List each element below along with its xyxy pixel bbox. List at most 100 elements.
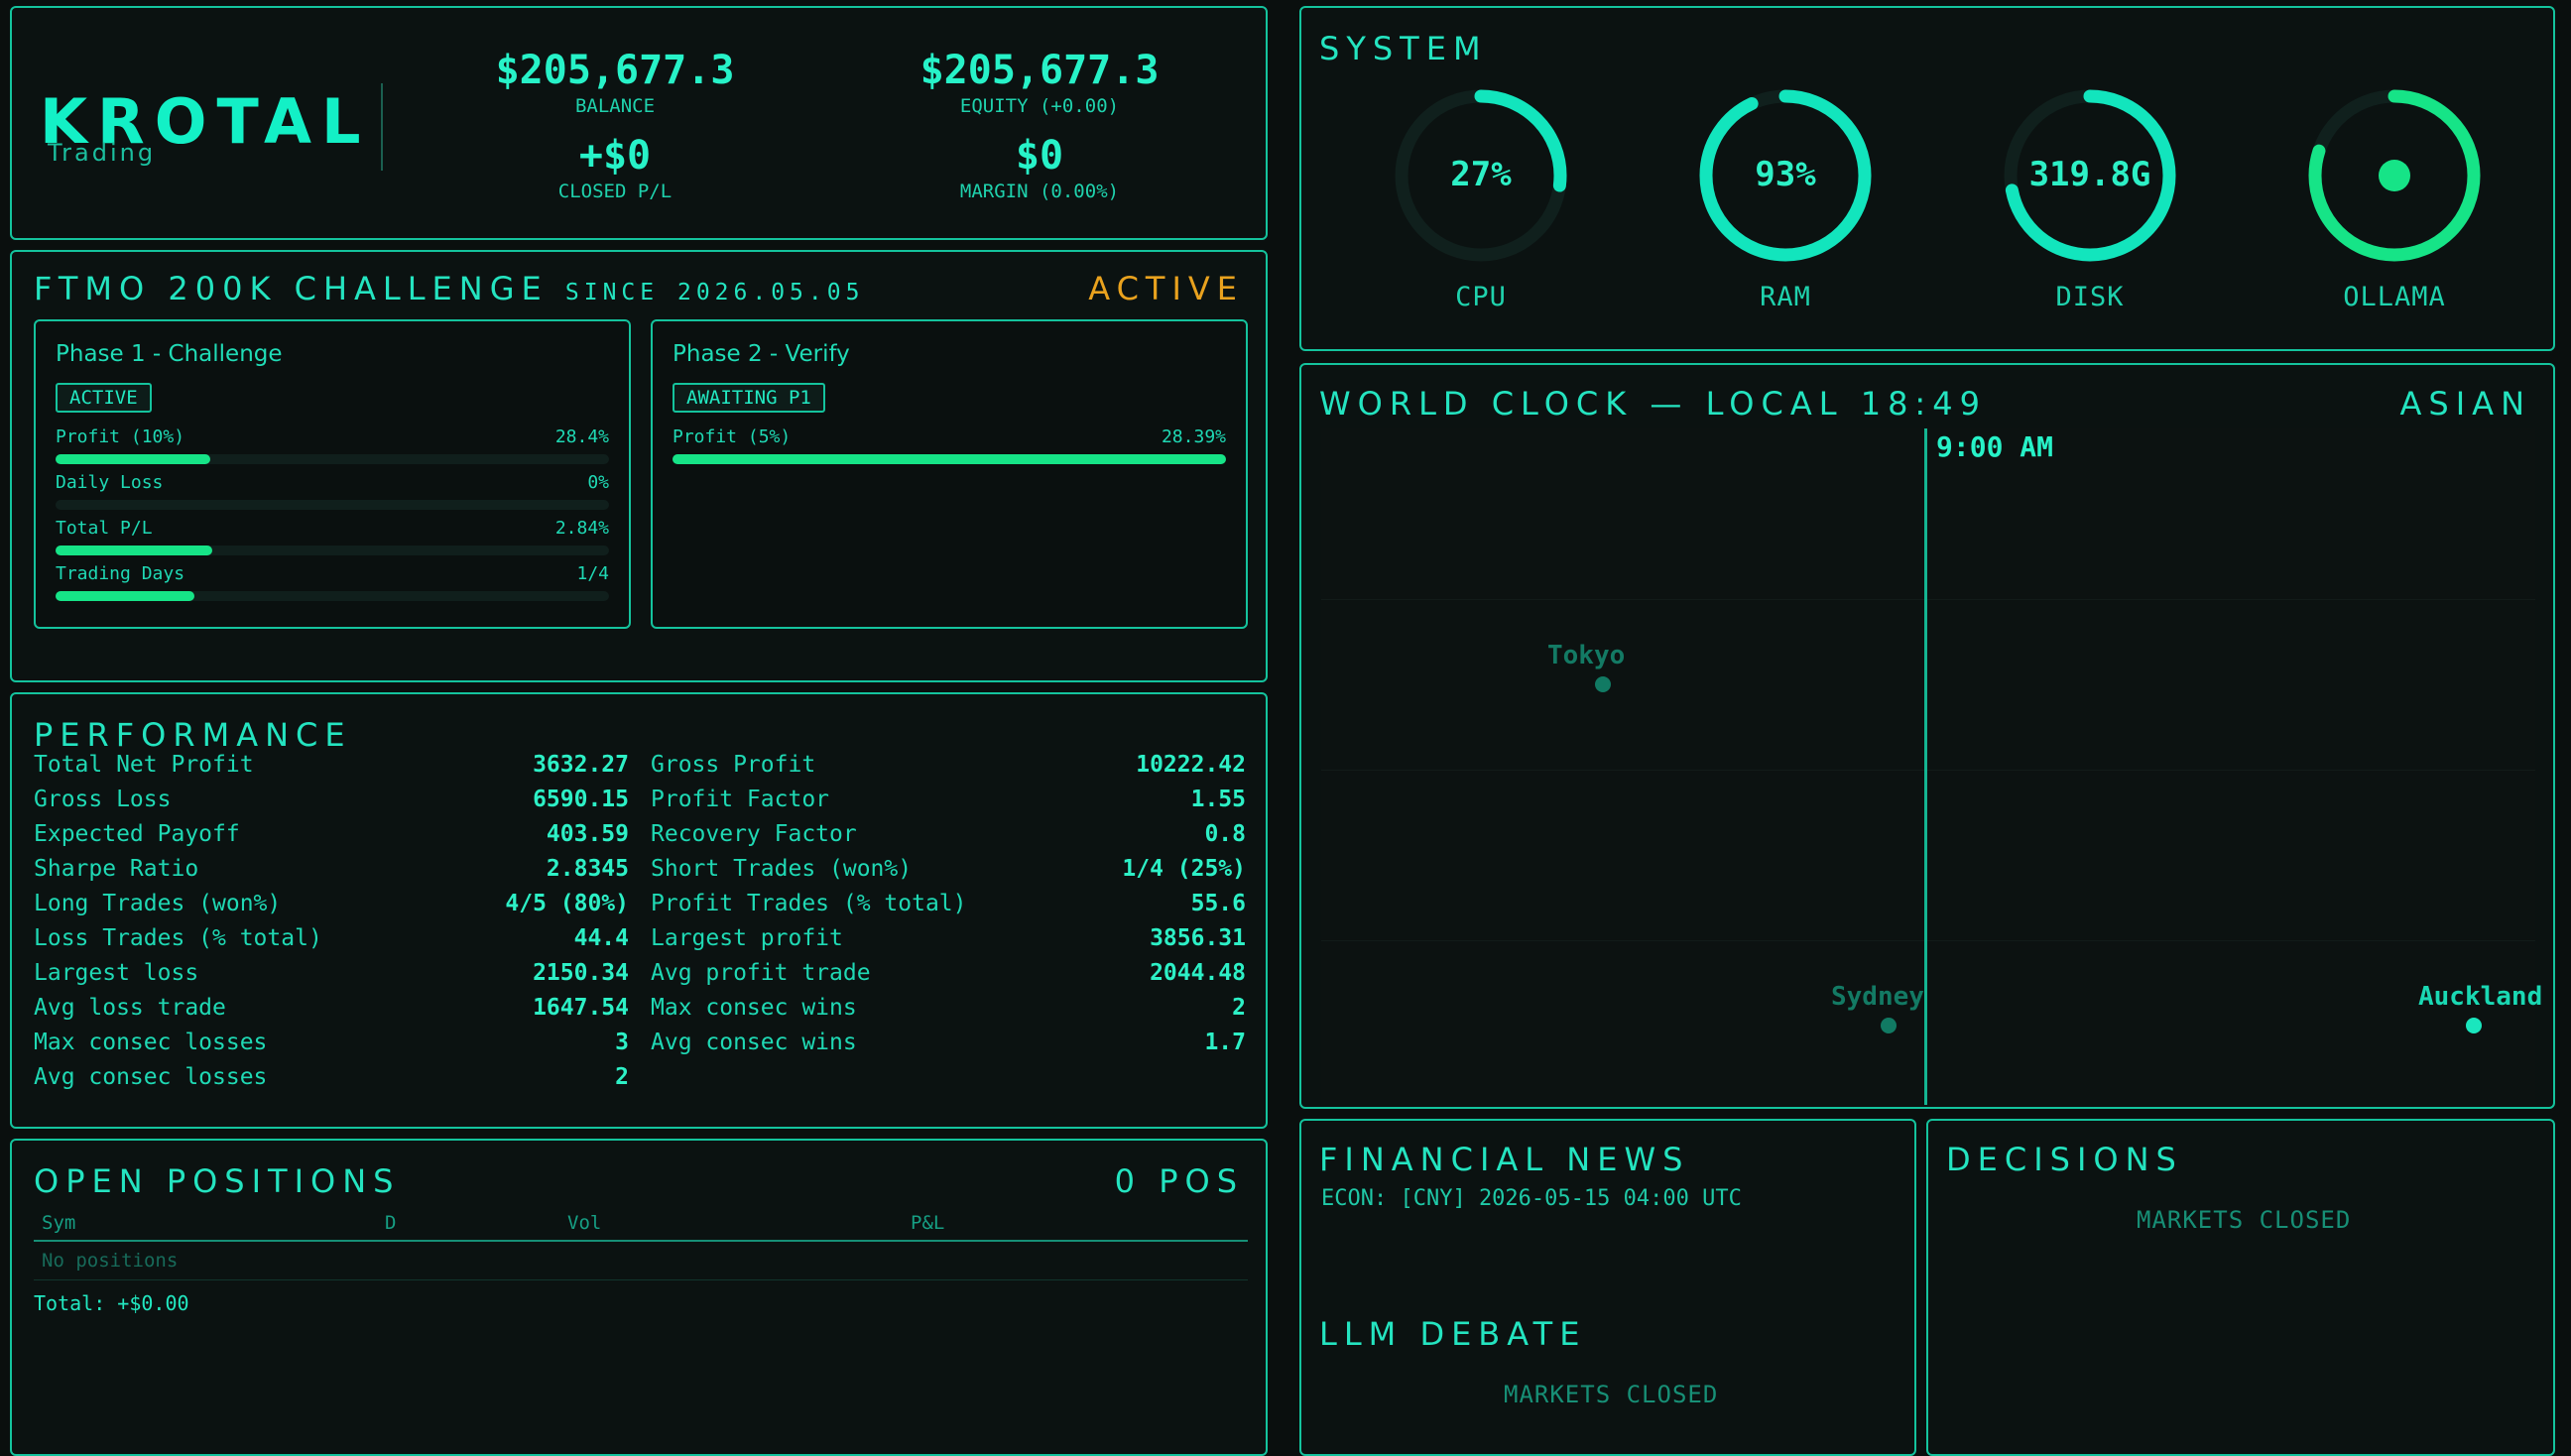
performance-metric-value: 2 xyxy=(1232,995,1246,1021)
performance-metric-label: Total Net Profit xyxy=(34,752,254,778)
world-clock-title: WORLD CLOCK — LOCAL 18:49 xyxy=(1319,385,1987,423)
performance-metric-value: 1.7 xyxy=(1204,1030,1246,1055)
performance-metric-value: 2 xyxy=(615,1064,629,1090)
progress-fill xyxy=(56,454,211,464)
city-sydney-label[interactable]: Sydney xyxy=(1831,982,1924,1012)
app-logo-subtitle: Trading xyxy=(48,139,157,167)
performance-metric-label: Max consec losses xyxy=(34,1030,268,1055)
balance-label: BALANCE xyxy=(574,95,656,117)
performance-metric-value: 2044.48 xyxy=(1150,960,1246,986)
progress-track xyxy=(56,591,609,601)
gauge-label: DISK xyxy=(2055,282,2125,312)
column-header-volume[interactable]: Vol xyxy=(567,1212,601,1234)
gauge-cpu: 27% xyxy=(1387,81,1575,270)
table-row-divider xyxy=(34,1279,1248,1280)
challenge-name: FTMO 200K CHALLENGE xyxy=(34,270,549,307)
decisions-panel: DECISIONS MARKETS CLOSED xyxy=(1926,1119,2555,1456)
balance-value: $205,677.3 xyxy=(495,48,735,93)
city-sydney-marker[interactable] xyxy=(1881,1018,1897,1033)
trading-session-label: ASIAN xyxy=(2399,385,2531,423)
gauge-label: RAM xyxy=(1760,282,1811,312)
progress-label: Profit (5%) xyxy=(673,426,792,447)
gauge-disk: 319.8G xyxy=(1996,81,2184,270)
column-header-direction[interactable]: D xyxy=(385,1212,396,1234)
performance-metric-label: Loss Trades (% total) xyxy=(34,925,322,951)
city-auckland-marker[interactable] xyxy=(2466,1018,2482,1033)
performance-metric-value: 1647.54 xyxy=(533,995,629,1021)
phase2-card: Phase 2 - Verify AWAITING P1 Profit (5%)… xyxy=(651,319,1248,629)
city-tokyo-marker[interactable] xyxy=(1595,676,1611,692)
llm-debate-title: LLM DEBATE xyxy=(1319,1315,1587,1353)
llm-debate-status: MARKETS CLOSED xyxy=(1504,1381,1719,1408)
column-header-sym[interactable]: Sym xyxy=(42,1212,75,1234)
progress-value: 0% xyxy=(587,472,609,493)
map-grid-line xyxy=(1321,770,2535,771)
performance-metric-label: Profit Factor xyxy=(651,787,830,812)
progress-track xyxy=(56,546,609,555)
performance-metric-label: Avg consec wins xyxy=(651,1030,857,1055)
performance-metric-value: 4/5 (80%) xyxy=(505,891,629,916)
performance-metric-value: 55.6 xyxy=(1190,891,1246,916)
progress-value: 28.4% xyxy=(554,426,609,447)
progress-fill xyxy=(56,546,213,555)
challenge-status: ACTIVE xyxy=(1088,270,1244,307)
progress-track xyxy=(673,454,1226,464)
performance-metric-label: Avg profit trade xyxy=(651,960,871,986)
positions-total: Total: +$0.00 xyxy=(34,1291,189,1315)
progress-track xyxy=(56,454,609,464)
news-panel: FINANCIAL NEWS ECON: [CNY] 2026-05-15 04… xyxy=(1299,1119,1916,1456)
performance-metric-value: 403.59 xyxy=(546,821,629,847)
performance-metric-value: 0.8 xyxy=(1204,821,1246,847)
system-panel: SYSTEM 27% CPU 93% RAM 319.8G DISK OLLAMA xyxy=(1299,6,2555,351)
gauge-value: 93% xyxy=(1755,155,1816,194)
performance-metric-label: Avg loss trade xyxy=(34,995,226,1021)
performance-metric-value: 10222.42 xyxy=(1136,752,1246,778)
news-title: FINANCIAL NEWS xyxy=(1319,1141,1690,1178)
margin-label: MARGIN (0.00%) xyxy=(959,181,1120,202)
progress-value: 2.84% xyxy=(554,518,609,539)
header-panel: KROTAL Trading $205,677.3 BALANCE $205,6… xyxy=(10,6,1268,240)
challenge-panel: FTMO 200K CHALLENGE SINCE 2026.05.05 ACT… xyxy=(10,250,1268,682)
progress-track xyxy=(56,500,609,510)
phase1-badge: ACTIVE xyxy=(56,383,152,413)
progress-label: Trading Days xyxy=(56,563,185,584)
progress-value: 28.39% xyxy=(1161,426,1226,447)
world-map[interactable]: 9:00 AM Tokyo Sydney Auckland xyxy=(1321,428,2542,1105)
header-divider xyxy=(381,83,383,171)
gauge-ram: 93% xyxy=(1691,81,1880,270)
phase1-card: Phase 1 - Challenge ACTIVE Profit (10%) … xyxy=(34,319,631,629)
equity-label: EQUITY (+0.00) xyxy=(959,95,1120,117)
performance-metric-label: Gross Profit xyxy=(651,752,816,778)
performance-metric-label: Largest loss xyxy=(34,960,199,986)
margin-metric: $0 MARGIN (0.00%) xyxy=(861,133,1218,202)
performance-metric-label: Profit Trades (% total) xyxy=(651,891,967,916)
gauge-ollama xyxy=(2300,81,2489,270)
challenge-since: SINCE 2026.05.05 xyxy=(564,280,865,305)
performance-title: PERFORMANCE xyxy=(34,716,352,754)
progress-label: Daily Loss xyxy=(56,472,164,493)
performance-metric-label: Max consec wins xyxy=(651,995,857,1021)
gauge-value: 319.8G xyxy=(2028,155,2151,194)
closed-pl-value: +$0 xyxy=(578,133,652,179)
performance-metric-value: 6590.15 xyxy=(533,787,629,812)
margin-value: $0 xyxy=(1015,133,1064,179)
gauge-ring xyxy=(2308,89,2481,262)
city-tokyo-label[interactable]: Tokyo xyxy=(1547,641,1625,670)
current-time-marker: 9:00 AM xyxy=(1936,430,2054,463)
current-time-line xyxy=(1924,428,1927,1105)
performance-metric-value: 2.8345 xyxy=(546,856,629,882)
gauge-label: CPU xyxy=(1455,282,1507,312)
progress-fill xyxy=(56,591,194,601)
gauge-label: OLLAMA xyxy=(2343,282,2446,312)
performance-metric-label: Short Trades (won%) xyxy=(651,856,913,882)
system-title: SYSTEM xyxy=(1319,30,1488,67)
news-item[interactable]: ECON: [CNY] 2026-05-15 04:00 UTC xyxy=(1321,1186,1742,1211)
decisions-status: MARKETS CLOSED xyxy=(2137,1206,2352,1234)
map-grid-line xyxy=(1321,599,2535,600)
positions-title: OPEN POSITIONS xyxy=(34,1162,401,1200)
city-auckland-label[interactable]: Auckland xyxy=(2418,982,2542,1012)
column-header-pnl[interactable]: P&L xyxy=(911,1212,944,1234)
progress-label: Total P/L xyxy=(56,518,153,539)
positions-count: 0 POS xyxy=(1114,1162,1244,1200)
challenge-title: FTMO 200K CHALLENGE SINCE 2026.05.05 xyxy=(34,270,864,307)
